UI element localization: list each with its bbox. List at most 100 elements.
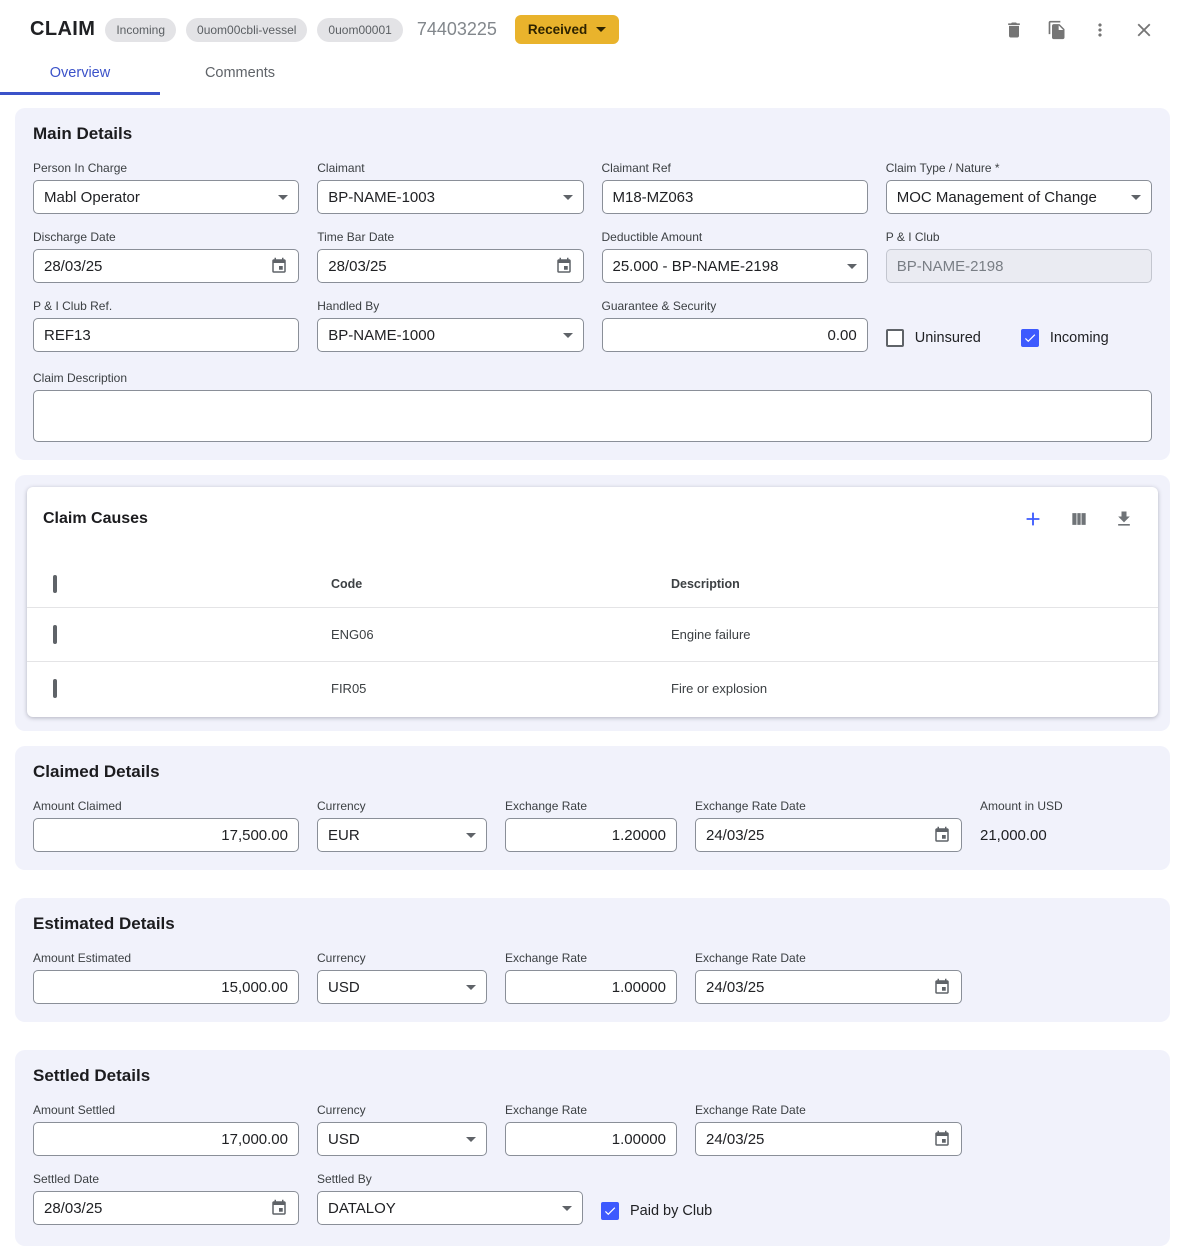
amount-estimated-field: Amount Estimated bbox=[33, 951, 299, 1004]
description-column-header: Description bbox=[671, 577, 1158, 591]
copy-button[interactable] bbox=[1045, 18, 1069, 42]
vessel-chip: 0uom00cbli-vessel bbox=[186, 18, 307, 42]
tab-bar: Overview Comments bbox=[0, 52, 1185, 95]
column-settings-button[interactable] bbox=[1067, 507, 1091, 531]
claimant-ref-input[interactable] bbox=[613, 189, 857, 206]
estimated-currency-select[interactable]: USD bbox=[317, 970, 487, 1004]
calendar-icon[interactable] bbox=[555, 257, 573, 275]
discharge-date-label: Discharge Date bbox=[33, 230, 299, 244]
paid-by-club-checkbox[interactable]: Paid by Club bbox=[601, 1202, 712, 1220]
checkbox-unchecked-icon bbox=[886, 329, 904, 347]
claim-causes-card: Claim Causes Code Description bbox=[27, 487, 1158, 717]
amount-claimed-input[interactable] bbox=[44, 827, 288, 844]
add-claim-cause-button[interactable] bbox=[1020, 506, 1046, 532]
amount-estimated-input[interactable] bbox=[44, 979, 288, 996]
time-bar-date-input[interactable] bbox=[328, 258, 546, 275]
amount-in-usd-value: 21,000.00 bbox=[980, 818, 1152, 844]
claimed-currency-value: EUR bbox=[328, 827, 360, 844]
handled-by-label: Handled By bbox=[317, 299, 583, 313]
deductible-amount-select[interactable]: 25.000 - BP-NAME-2198 bbox=[602, 249, 868, 283]
more-options-button[interactable] bbox=[1088, 18, 1112, 42]
row-checkbox[interactable] bbox=[53, 625, 57, 644]
guarantee-security-input[interactable] bbox=[613, 327, 857, 344]
handled-by-field: Handled By BP-NAME-1000 bbox=[317, 299, 583, 355]
chevron-down-icon bbox=[278, 195, 288, 200]
amount-settled-input[interactable] bbox=[44, 1131, 288, 1148]
claimed-currency-select[interactable]: EUR bbox=[317, 818, 487, 852]
claim-description-input[interactable] bbox=[33, 390, 1152, 442]
calendar-icon[interactable] bbox=[933, 978, 951, 996]
claim-number: 74403225 bbox=[417, 19, 497, 40]
settled-exchange-rate-date-input[interactable] bbox=[706, 1131, 925, 1148]
claimant-field: Claimant BP-NAME-1003 bbox=[317, 161, 583, 214]
download-icon bbox=[1114, 517, 1134, 532]
settled-details-title: Settled Details bbox=[33, 1066, 1152, 1086]
main-details-section: Main Details Person In Charge Mabl Opera… bbox=[15, 108, 1170, 460]
claimant-ref-label: Claimant Ref bbox=[602, 161, 868, 175]
chevron-down-icon bbox=[847, 264, 857, 269]
settled-exchange-rate-input[interactable] bbox=[516, 1131, 666, 1148]
deductible-amount-label: Deductible Amount bbox=[602, 230, 868, 244]
claimed-exchange-rate-field: Exchange Rate bbox=[505, 799, 677, 852]
estimated-exchange-rate-input[interactable] bbox=[516, 979, 666, 996]
settled-date-input[interactable] bbox=[44, 1200, 262, 1217]
pi-club-value: BP-NAME-2198 bbox=[897, 258, 1004, 275]
incoming-checkbox[interactable]: Incoming bbox=[1021, 329, 1109, 347]
table-row[interactable]: ENG06 Engine failure bbox=[27, 607, 1158, 661]
status-dropdown-button[interactable]: Received bbox=[515, 15, 619, 44]
tab-comments[interactable]: Comments bbox=[160, 52, 320, 95]
checkbox-checked-icon bbox=[601, 1202, 619, 1220]
amount-in-usd-field: Amount in USD 21,000.00 bbox=[980, 799, 1152, 852]
delete-button[interactable] bbox=[1002, 18, 1026, 42]
uninsured-checkbox[interactable]: Uninsured bbox=[886, 329, 981, 347]
calendar-icon[interactable] bbox=[270, 1199, 288, 1217]
estimated-currency-label: Currency bbox=[317, 951, 487, 965]
claim-description-label: Claim Description bbox=[33, 371, 1152, 385]
claimant-select[interactable]: BP-NAME-1003 bbox=[317, 180, 583, 214]
settled-by-select[interactable]: DATALOY bbox=[317, 1191, 583, 1225]
handled-by-select[interactable]: BP-NAME-1000 bbox=[317, 318, 583, 352]
discharge-date-input[interactable] bbox=[44, 258, 262, 275]
copy-icon bbox=[1047, 28, 1067, 43]
estimated-exchange-rate-date-input[interactable] bbox=[706, 979, 925, 996]
pi-club-label: P & I Club bbox=[886, 230, 1152, 244]
claim-type-value: MOC Management of Change bbox=[897, 189, 1097, 206]
export-button[interactable] bbox=[1112, 507, 1136, 531]
table-row[interactable]: FIR05 Fire or explosion bbox=[27, 661, 1158, 715]
guarantee-security-field: Guarantee & Security bbox=[602, 299, 868, 355]
settled-date-field: Settled Date bbox=[33, 1172, 299, 1228]
row-checkbox[interactable] bbox=[53, 679, 57, 698]
pi-club-ref-input[interactable] bbox=[44, 327, 288, 344]
claimed-exchange-rate-date-input[interactable] bbox=[706, 827, 925, 844]
chevron-down-icon bbox=[466, 833, 476, 838]
columns-icon bbox=[1069, 517, 1089, 532]
checkbox-checked-icon bbox=[1021, 329, 1039, 347]
claim-causes-section: Claim Causes Code Description bbox=[15, 475, 1170, 731]
calendar-icon[interactable] bbox=[933, 826, 951, 844]
settled-by-field: Settled By DATALOY bbox=[317, 1172, 583, 1228]
settled-currency-select[interactable]: USD bbox=[317, 1122, 487, 1156]
claim-type-select[interactable]: MOC Management of Change bbox=[886, 180, 1152, 214]
close-button[interactable] bbox=[1131, 17, 1157, 43]
claim-causes-title: Claim Causes bbox=[43, 510, 148, 528]
person-in-charge-value: Mabl Operator bbox=[44, 189, 140, 206]
main-details-title: Main Details bbox=[33, 124, 1152, 144]
close-icon bbox=[1133, 29, 1155, 44]
settled-currency-value: USD bbox=[328, 1131, 360, 1148]
page-title: CLAIM bbox=[30, 18, 95, 41]
settled-details-section: Settled Details Amount Settled Currency … bbox=[15, 1050, 1170, 1246]
header: CLAIM Incoming 0uom00cbli-vessel 0uom000… bbox=[0, 0, 1185, 52]
select-all-checkbox[interactable] bbox=[53, 575, 57, 593]
estimated-currency-value: USD bbox=[328, 979, 360, 996]
tab-overview[interactable]: Overview bbox=[0, 52, 160, 95]
calendar-icon[interactable] bbox=[933, 1130, 951, 1148]
claimed-currency-field: Currency EUR bbox=[317, 799, 487, 852]
estimated-exchange-rate-date-field: Exchange Rate Date bbox=[695, 951, 962, 1004]
cause-description: Fire or explosion bbox=[671, 681, 1158, 696]
cause-description: Engine failure bbox=[671, 627, 1158, 642]
calendar-icon[interactable] bbox=[270, 257, 288, 275]
person-in-charge-select[interactable]: Mabl Operator bbox=[33, 180, 299, 214]
incoming-label: Incoming bbox=[1050, 330, 1109, 346]
cause-code: ENG06 bbox=[331, 627, 671, 642]
claimed-exchange-rate-input[interactable] bbox=[516, 827, 666, 844]
